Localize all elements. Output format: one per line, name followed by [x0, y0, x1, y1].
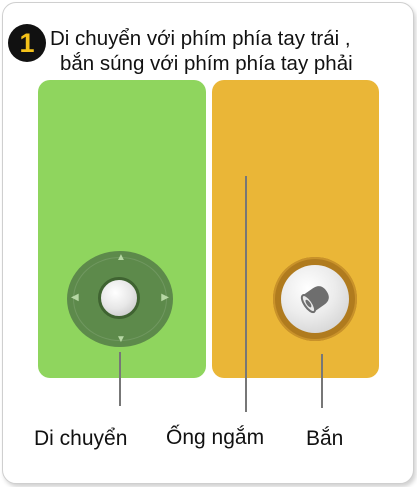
title-line-1: Di chuyển với phím phía tay trái ,	[50, 27, 351, 50]
arrow-right-icon: ▶	[161, 292, 169, 303]
move-pointer-line	[119, 352, 121, 406]
title-line-2: bắn súng với phím phía tay phải	[60, 52, 353, 75]
aim-pointer-line	[245, 176, 247, 412]
aim-label: Ống ngắm	[166, 426, 265, 449]
dpad-icon[interactable]: ▲ ▼ ◀ ▶	[67, 251, 173, 347]
move-label: Di chuyển	[34, 427, 128, 450]
joystick-knob[interactable]	[98, 277, 140, 319]
fire-button[interactable]	[273, 257, 357, 341]
shoot-label: Bắn	[306, 427, 344, 450]
arrow-left-icon: ◀	[71, 292, 79, 303]
arrow-down-icon: ▼	[116, 334, 126, 345]
arrow-up-icon: ▲	[116, 252, 126, 263]
shoot-pointer-line	[321, 354, 323, 408]
step-number: 1	[19, 27, 35, 58]
step-badge: 1	[8, 24, 46, 62]
instruction-title: Di chuyển với phím phía tay trái , bắn s…	[50, 26, 414, 76]
fire-button-face	[281, 265, 349, 333]
bullet-icon	[300, 286, 329, 314]
